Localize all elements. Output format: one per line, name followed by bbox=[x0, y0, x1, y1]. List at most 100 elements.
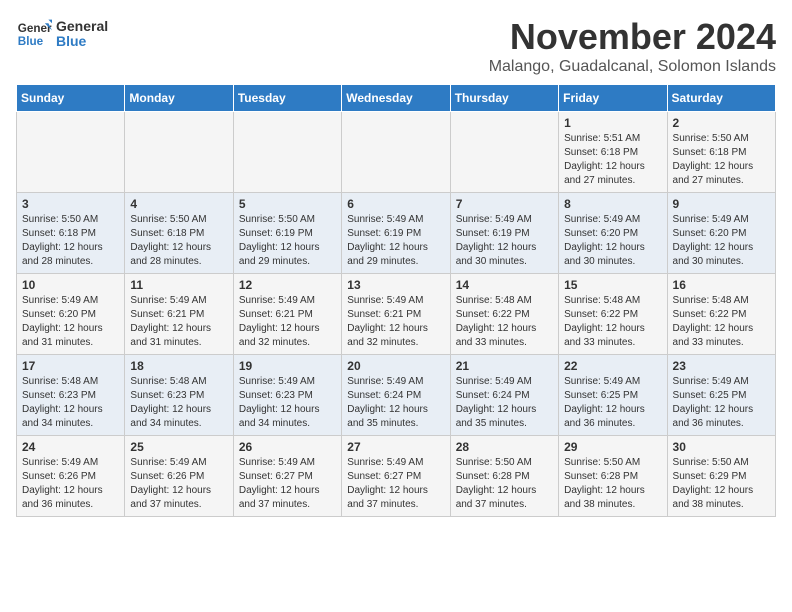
day-number: 2 bbox=[673, 116, 770, 130]
day-info: Sunrise: 5:49 AM Sunset: 6:26 PM Dayligh… bbox=[22, 456, 119, 512]
calendar-cell: 12 Sunrise: 5:49 AM Sunset: 6:21 PM Dayli… bbox=[233, 274, 341, 355]
day-number: 14 bbox=[456, 278, 553, 292]
calendar-cell: 21Sunrise: 5:49 AM Sunset: 6:24 PM Dayli… bbox=[450, 355, 558, 436]
column-header-tuesday: Tuesday bbox=[233, 85, 341, 112]
calendar-cell: 27 Sunrise: 5:49 AM Sunset: 6:27 PM Dayli… bbox=[342, 436, 450, 517]
calendar-week-row: 17 Sunrise: 5:48 AM Sunset: 6:23 PM Dayli… bbox=[17, 355, 776, 436]
calendar-cell: 26 Sunrise: 5:49 AM Sunset: 6:27 PM Dayli… bbox=[233, 436, 341, 517]
day-info: Sunrise: 5:50 AM Sunset: 6:19 PM Dayligh… bbox=[239, 213, 336, 269]
day-number: 13 bbox=[347, 278, 444, 292]
day-info: Sunrise: 5:49 AM Sunset: 6:27 PM Dayligh… bbox=[347, 456, 444, 512]
logo: General Blue General Blue bbox=[16, 16, 108, 52]
day-info: Sunrise: 5:50 AM Sunset: 6:28 PM Dayligh… bbox=[456, 456, 553, 512]
column-header-wednesday: Wednesday bbox=[342, 85, 450, 112]
day-info: Sunrise: 5:49 AM Sunset: 6:21 PM Dayligh… bbox=[239, 294, 336, 350]
day-number: 16 bbox=[673, 278, 770, 292]
day-number: 17 bbox=[22, 359, 119, 373]
day-info: Sunrise: 5:48 AM Sunset: 6:22 PM Dayligh… bbox=[456, 294, 553, 350]
calendar-header-row: SundayMondayTuesdayWednesdayThursdayFrid… bbox=[17, 85, 776, 112]
calendar-cell: 4 Sunrise: 5:50 AM Sunset: 6:18 PM Daylig… bbox=[125, 193, 233, 274]
calendar-cell: 13 Sunrise: 5:49 AM Sunset: 6:21 PM Dayli… bbox=[342, 274, 450, 355]
day-info: Sunrise: 5:50 AM Sunset: 6:18 PM Dayligh… bbox=[22, 213, 119, 269]
calendar-cell: 9Sunrise: 5:49 AM Sunset: 6:20 PM Daylig… bbox=[667, 193, 775, 274]
day-info: Sunrise: 5:49 AM Sunset: 6:19 PM Dayligh… bbox=[456, 213, 553, 269]
calendar-cell: 28 Sunrise: 5:50 AM Sunset: 6:28 PM Dayli… bbox=[450, 436, 558, 517]
calendar-cell: 7 Sunrise: 5:49 AM Sunset: 6:19 PM Daylig… bbox=[450, 193, 558, 274]
day-info: Sunrise: 5:49 AM Sunset: 6:24 PM Dayligh… bbox=[347, 375, 444, 431]
day-number: 5 bbox=[239, 197, 336, 211]
calendar-cell: 24 Sunrise: 5:49 AM Sunset: 6:26 PM Dayli… bbox=[17, 436, 125, 517]
calendar-cell: 18 Sunrise: 5:48 AM Sunset: 6:23 PM Dayli… bbox=[125, 355, 233, 436]
calendar-cell bbox=[450, 112, 558, 193]
day-number: 3 bbox=[22, 197, 119, 211]
day-info: Sunrise: 5:49 AM Sunset: 6:26 PM Dayligh… bbox=[130, 456, 227, 512]
day-info: Sunrise: 5:48 AM Sunset: 6:23 PM Dayligh… bbox=[22, 375, 119, 431]
day-info: Sunrise: 5:49 AM Sunset: 6:23 PM Dayligh… bbox=[239, 375, 336, 431]
day-number: 26 bbox=[239, 440, 336, 454]
calendar-table: SundayMondayTuesdayWednesdayThursdayFrid… bbox=[16, 84, 776, 517]
calendar-cell bbox=[342, 112, 450, 193]
column-header-thursday: Thursday bbox=[450, 85, 558, 112]
day-info: Sunrise: 5:49 AM Sunset: 6:21 PM Dayligh… bbox=[130, 294, 227, 350]
day-number: 11 bbox=[130, 278, 227, 292]
column-header-saturday: Saturday bbox=[667, 85, 775, 112]
calendar-cell: 19 Sunrise: 5:49 AM Sunset: 6:23 PM Dayli… bbox=[233, 355, 341, 436]
calendar-cell: 25 Sunrise: 5:49 AM Sunset: 6:26 PM Dayli… bbox=[125, 436, 233, 517]
calendar-cell: 23 Sunrise: 5:49 AM Sunset: 6:25 PM Dayli… bbox=[667, 355, 775, 436]
calendar-cell: 29Sunrise: 5:50 AM Sunset: 6:28 PM Dayli… bbox=[559, 436, 667, 517]
day-number: 20 bbox=[347, 359, 444, 373]
day-info: Sunrise: 5:48 AM Sunset: 6:22 PM Dayligh… bbox=[673, 294, 770, 350]
day-number: 22 bbox=[564, 359, 661, 373]
calendar-cell: 2 Sunrise: 5:50 AM Sunset: 6:18 PM Daylig… bbox=[667, 112, 775, 193]
calendar-cell: 14 Sunrise: 5:48 AM Sunset: 6:22 PM Dayli… bbox=[450, 274, 558, 355]
day-info: Sunrise: 5:50 AM Sunset: 6:18 PM Dayligh… bbox=[673, 132, 770, 188]
day-info: Sunrise: 5:49 AM Sunset: 6:20 PM Dayligh… bbox=[22, 294, 119, 350]
month-title: November 2024 bbox=[489, 16, 776, 58]
calendar-cell bbox=[233, 112, 341, 193]
day-info: Sunrise: 5:49 AM Sunset: 6:25 PM Dayligh… bbox=[564, 375, 661, 431]
svg-text:Blue: Blue bbox=[18, 35, 44, 48]
calendar-cell: 8 Sunrise: 5:49 AM Sunset: 6:20 PM Daylig… bbox=[559, 193, 667, 274]
header: General Blue General Blue November 2024 … bbox=[16, 16, 776, 76]
day-info: Sunrise: 5:49 AM Sunset: 6:19 PM Dayligh… bbox=[347, 213, 444, 269]
day-number: 23 bbox=[673, 359, 770, 373]
column-header-sunday: Sunday bbox=[17, 85, 125, 112]
day-number: 4 bbox=[130, 197, 227, 211]
day-number: 27 bbox=[347, 440, 444, 454]
calendar-cell: 17 Sunrise: 5:48 AM Sunset: 6:23 PM Dayli… bbox=[17, 355, 125, 436]
day-number: 7 bbox=[456, 197, 553, 211]
day-info: Sunrise: 5:49 AM Sunset: 6:20 PM Dayligh… bbox=[564, 213, 661, 269]
calendar-cell: 3 Sunrise: 5:50 AM Sunset: 6:18 PM Daylig… bbox=[17, 193, 125, 274]
logo-icon: General Blue bbox=[16, 16, 52, 52]
column-header-friday: Friday bbox=[559, 85, 667, 112]
day-number: 30 bbox=[673, 440, 770, 454]
day-number: 24 bbox=[22, 440, 119, 454]
day-number: 15 bbox=[564, 278, 661, 292]
day-info: Sunrise: 5:49 AM Sunset: 6:27 PM Dayligh… bbox=[239, 456, 336, 512]
day-number: 8 bbox=[564, 197, 661, 211]
day-info: Sunrise: 5:48 AM Sunset: 6:23 PM Dayligh… bbox=[130, 375, 227, 431]
day-number: 12 bbox=[239, 278, 336, 292]
calendar-cell bbox=[17, 112, 125, 193]
day-info: Sunrise: 5:49 AM Sunset: 6:25 PM Dayligh… bbox=[673, 375, 770, 431]
day-info: Sunrise: 5:49 AM Sunset: 6:24 PM Dayligh… bbox=[456, 375, 553, 431]
day-info: Sunrise: 5:50 AM Sunset: 6:28 PM Dayligh… bbox=[564, 456, 661, 512]
calendar-cell: 16 Sunrise: 5:48 AM Sunset: 6:22 PM Dayli… bbox=[667, 274, 775, 355]
day-number: 28 bbox=[456, 440, 553, 454]
calendar-cell: 10 Sunrise: 5:49 AM Sunset: 6:20 PM Dayli… bbox=[17, 274, 125, 355]
calendar-cell bbox=[125, 112, 233, 193]
calendar-cell: 22 Sunrise: 5:49 AM Sunset: 6:25 PM Dayli… bbox=[559, 355, 667, 436]
day-info: Sunrise: 5:50 AM Sunset: 6:18 PM Dayligh… bbox=[130, 213, 227, 269]
day-number: 18 bbox=[130, 359, 227, 373]
day-number: 10 bbox=[22, 278, 119, 292]
calendar-cell: 5 Sunrise: 5:50 AM Sunset: 6:19 PM Daylig… bbox=[233, 193, 341, 274]
day-number: 19 bbox=[239, 359, 336, 373]
day-number: 1 bbox=[564, 116, 661, 130]
calendar-cell: 11 Sunrise: 5:49 AM Sunset: 6:21 PM Dayli… bbox=[125, 274, 233, 355]
calendar-cell: 6Sunrise: 5:49 AM Sunset: 6:19 PM Daylig… bbox=[342, 193, 450, 274]
column-header-monday: Monday bbox=[125, 85, 233, 112]
day-number: 25 bbox=[130, 440, 227, 454]
calendar-cell: 15Sunrise: 5:48 AM Sunset: 6:22 PM Dayli… bbox=[559, 274, 667, 355]
calendar-cell: 1Sunrise: 5:51 AM Sunset: 6:18 PM Daylig… bbox=[559, 112, 667, 193]
day-info: Sunrise: 5:49 AM Sunset: 6:21 PM Dayligh… bbox=[347, 294, 444, 350]
